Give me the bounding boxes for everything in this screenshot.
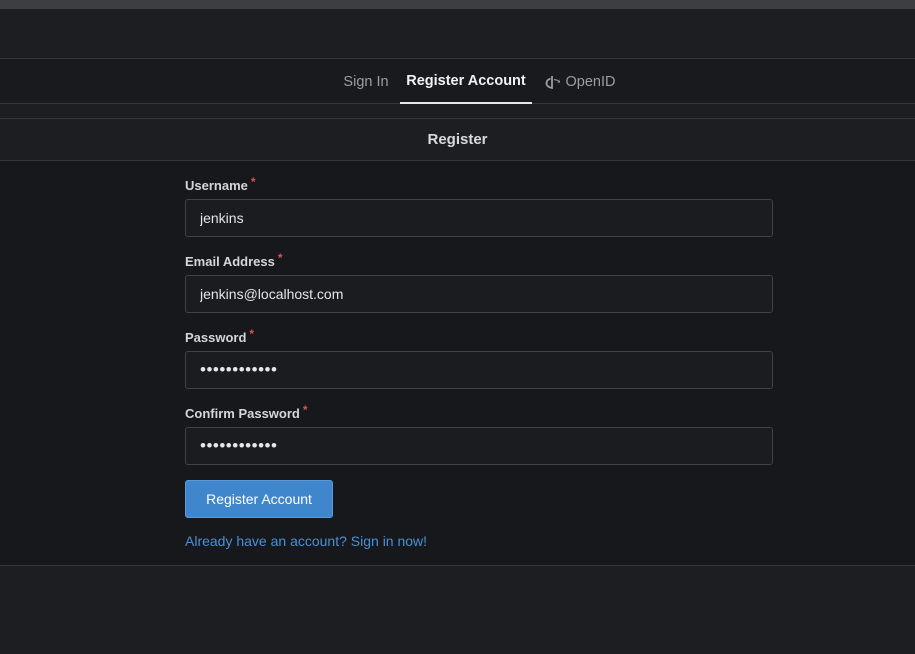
- password-label: Password *: [185, 327, 255, 345]
- tab-register-account-label: Register Account: [406, 72, 526, 89]
- register-panel: Register Username* Email Address* Passwo…: [0, 118, 915, 566]
- email-label: Email Address *: [185, 251, 283, 269]
- password-input[interactable]: [185, 351, 773, 389]
- auth-tabs: Sign In Register Account OpenID: [0, 58, 915, 104]
- window-top-strip: [0, 0, 915, 9]
- username-label: Username *: [185, 175, 256, 193]
- required-mark: *: [302, 403, 308, 417]
- tab-openid-label: OpenID: [565, 73, 616, 90]
- openid-icon: [545, 74, 561, 90]
- tab-sign-in[interactable]: Sign In: [333, 59, 399, 104]
- tab-sign-in-label: Sign In: [343, 73, 389, 90]
- sign-in-link[interactable]: Already have an account? Sign in now!: [185, 533, 427, 549]
- tab-openid[interactable]: OpenID: [538, 59, 622, 104]
- required-mark: *: [250, 175, 256, 189]
- required-mark: *: [249, 327, 255, 341]
- required-mark: *: [277, 251, 283, 265]
- username-input[interactable]: [185, 199, 773, 237]
- confirm-password-label: Confirm Password *: [185, 403, 308, 421]
- tab-register-account[interactable]: Register Account: [400, 59, 532, 104]
- register-account-button[interactable]: Register Account: [185, 480, 333, 518]
- panel-title: Register: [0, 119, 915, 161]
- email-input[interactable]: [185, 275, 773, 313]
- confirm-password-input[interactable]: [185, 427, 773, 465]
